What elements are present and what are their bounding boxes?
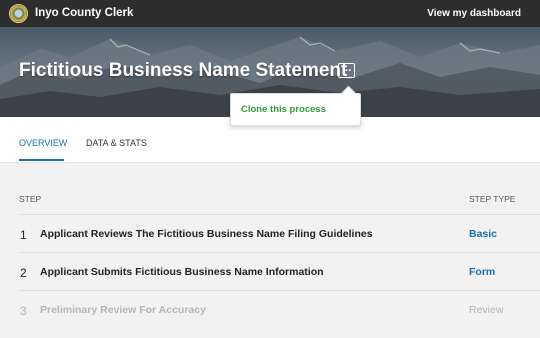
ellipsis-icon: ··· bbox=[341, 64, 352, 77]
app-title[interactable]: Inyo County Clerk bbox=[35, 7, 133, 19]
active-tab-indicator bbox=[19, 159, 64, 161]
steps-table: STEP STEP TYPE 1 Applicant Reviews The F… bbox=[0, 163, 540, 338]
clone-process-link[interactable]: Clone this process bbox=[241, 104, 326, 115]
tab-overview[interactable]: OVERVIEW bbox=[19, 138, 67, 148]
step-number: 1 bbox=[20, 228, 27, 242]
table-row: 3 Preliminary Review For Accuracy Review bbox=[19, 290, 540, 328]
step-column-header: STEP bbox=[19, 194, 42, 204]
top-navigation-bar: Inyo County Clerk View my dashboard bbox=[0, 0, 540, 27]
step-name: Applicant Submits Fictitious Business Na… bbox=[40, 266, 324, 278]
step-type-link[interactable]: Form bbox=[469, 266, 495, 278]
table-row[interactable]: 1 Applicant Reviews The Fictitious Busin… bbox=[19, 214, 540, 252]
step-type-label: Review bbox=[469, 304, 504, 316]
step-number: 2 bbox=[20, 266, 27, 280]
more-options-button[interactable]: ··· bbox=[338, 63, 355, 78]
step-type-column-header: STEP TYPE bbox=[469, 194, 516, 204]
view-dashboard-link[interactable]: View my dashboard bbox=[427, 8, 521, 19]
process-title: Fictitious Business Name Statement bbox=[19, 60, 348, 81]
options-popover: Clone this process bbox=[230, 93, 361, 126]
table-row[interactable]: 2 Applicant Submits Fictitious Business … bbox=[19, 252, 540, 290]
county-seal-logo[interactable] bbox=[9, 4, 28, 23]
step-type-link[interactable]: Basic bbox=[469, 228, 497, 240]
step-number: 3 bbox=[20, 304, 27, 318]
tab-data-stats[interactable]: DATA & STATS bbox=[86, 138, 147, 148]
step-name: Preliminary Review For Accuracy bbox=[40, 304, 206, 316]
step-name: Applicant Reviews The Fictitious Busines… bbox=[40, 228, 373, 240]
